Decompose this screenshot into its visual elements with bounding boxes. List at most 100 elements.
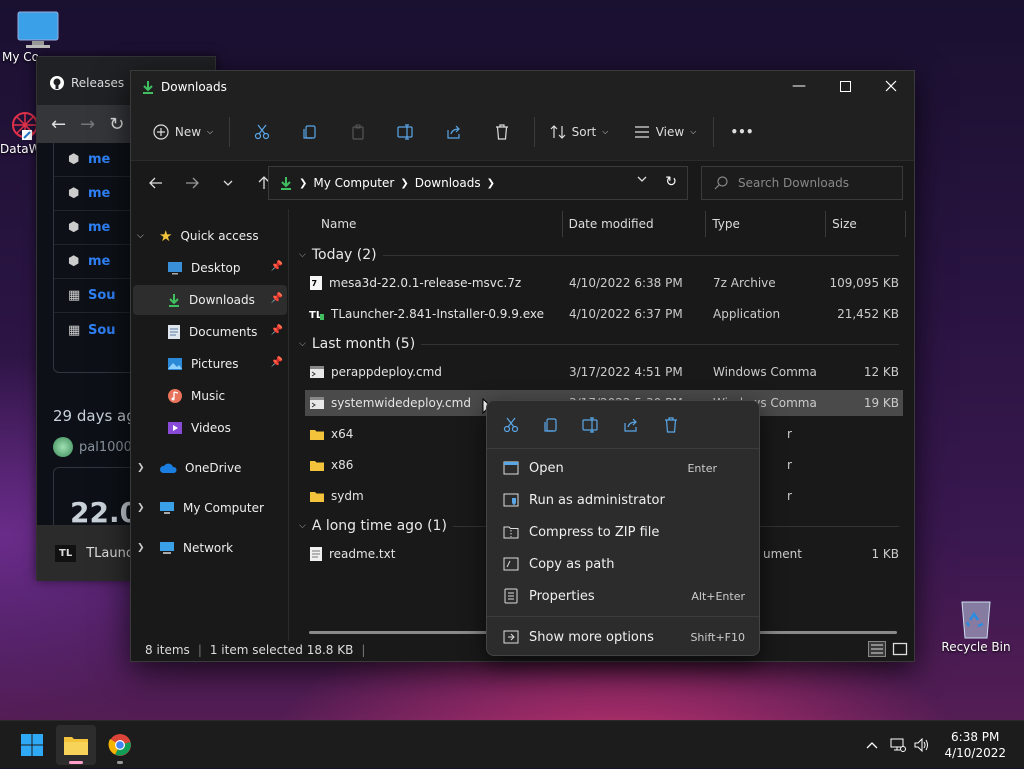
running-indicator — [117, 761, 123, 764]
close-button[interactable] — [868, 71, 914, 101]
nav-item-music[interactable]: Music — [133, 381, 287, 411]
menu-item-copy-as-path[interactable]: Copy as path — [493, 549, 755, 579]
column-header-size[interactable]: Size — [826, 211, 906, 237]
back-arrow-icon[interactable]: ← — [51, 114, 66, 135]
nav-item-pictures[interactable]: Pictures 📌 — [133, 349, 287, 379]
more-options-icon — [493, 630, 529, 644]
release-author[interactable]: pal1000 — [53, 437, 132, 457]
context-cut-button[interactable] — [491, 405, 531, 445]
shortcut-label: Enter — [687, 461, 717, 475]
document-icon — [167, 324, 181, 340]
admin-shield-icon — [493, 493, 529, 507]
tlauncher-icon: TL — [55, 544, 77, 562]
share-button[interactable] — [430, 115, 478, 149]
context-delete-button[interactable] — [651, 405, 691, 445]
start-button[interactable] — [12, 725, 52, 765]
file-date: 4/10/2022 6:38 PM — [569, 276, 683, 290]
details-view-icon[interactable] — [868, 641, 886, 657]
file-name: x64 — [331, 427, 354, 441]
context-rename-button[interactable] — [571, 405, 611, 445]
file-name: TLauncher-2.841-Installer-0.9.9.exe — [331, 307, 544, 321]
paste-button[interactable] — [334, 115, 382, 149]
menu-item-compress-zip[interactable]: Compress to ZIP file — [493, 517, 755, 547]
command-bar: New ⌵ Sort ⌵ View ⌵ ••• — [131, 103, 914, 161]
more-options-button[interactable]: ••• — [722, 115, 762, 149]
file-size: 1 KB — [871, 547, 899, 561]
back-button[interactable] — [141, 168, 171, 198]
file-type: Windows Comma... — [713, 365, 817, 379]
clock[interactable]: 6:38 PM 4/10/2022 — [944, 729, 1006, 761]
search-icon — [714, 176, 728, 190]
properties-icon — [493, 588, 529, 604]
view-button[interactable]: View ⌵ — [625, 115, 705, 149]
open-window-icon — [493, 461, 529, 475]
new-button[interactable]: New ⌵ — [145, 115, 221, 149]
recent-locations-button[interactable] — [213, 168, 243, 198]
context-share-button[interactable] — [611, 405, 651, 445]
menu-item-properties[interactable]: Properties Alt+Enter — [493, 581, 755, 611]
nav-my-computer[interactable]: ❯ My Computer — [137, 493, 291, 523]
taskbar-chrome[interactable] — [100, 725, 140, 765]
address-bar[interactable]: ❯ My Computer ❯ Downloads ❯ ↻ — [268, 166, 688, 200]
star-icon: ★ — [159, 227, 173, 245]
nav-quick-access[interactable]: ⌵ ★ Quick access — [137, 221, 291, 251]
file-row[interactable]: TL TLauncher-2.841-Installer-0.9.9.exe 4/… — [305, 301, 903, 327]
scissors-icon — [503, 417, 519, 433]
window-title: Downloads — [161, 80, 227, 94]
refresh-icon[interactable]: ↻ — [665, 174, 677, 190]
sort-button[interactable]: Sort ⌵ — [543, 115, 615, 149]
desktop-icon-recycle-bin[interactable]: Recycle Bin — [938, 596, 1014, 654]
pin-icon: 📌 — [270, 261, 283, 272]
chevron-right-icon: ❯ — [137, 543, 145, 553]
breadcrumb-my-computer[interactable]: My Computer — [313, 176, 394, 190]
file-row[interactable]: 7 mesa3d-22.0.1-release-msvc.7z 4/10/2022… — [305, 270, 903, 296]
rename-icon — [397, 123, 415, 140]
chevron-up-icon[interactable] — [866, 741, 886, 749]
menu-item-open[interactable]: Open Enter — [493, 453, 755, 483]
tlauncher-icon: TL — [309, 306, 325, 322]
reload-icon[interactable]: ↻ — [109, 114, 124, 135]
menu-item-show-more-options[interactable]: Show more options Shift+F10 — [493, 622, 755, 652]
context-copy-button[interactable] — [531, 405, 571, 445]
status-divider: | — [197, 643, 202, 657]
network-status-icon[interactable] — [886, 738, 910, 752]
nav-onedrive[interactable]: ❯ OneDrive — [137, 453, 291, 483]
large-icons-view-icon[interactable] — [892, 641, 908, 657]
network-icon — [159, 541, 175, 555]
cut-button[interactable] — [238, 115, 286, 149]
chevron-right-icon: ❯ — [137, 463, 145, 473]
nav-item-documents[interactable]: Documents 📌 — [133, 317, 287, 347]
breadcrumb-downloads[interactable]: Downloads — [415, 176, 481, 190]
group-header-last-month[interactable]: ⌵ Last month (5) — [299, 332, 899, 356]
rename-button[interactable] — [382, 115, 430, 149]
nav-item-videos[interactable]: Videos — [133, 413, 287, 443]
delete-button[interactable] — [478, 115, 526, 149]
svg-text:7: 7 — [312, 279, 318, 288]
group-header-today[interactable]: ⌵ Today (2) — [299, 243, 899, 267]
column-header-name[interactable]: Name — [301, 211, 563, 237]
copy-icon — [302, 124, 318, 140]
active-indicator — [69, 761, 83, 764]
search-input[interactable]: Search Downloads — [701, 166, 903, 200]
column-header-type[interactable]: Type — [706, 211, 827, 237]
nav-network[interactable]: ❯ Network — [137, 533, 291, 563]
taskbar-file-explorer[interactable] — [56, 725, 96, 765]
forward-arrow-icon — [185, 177, 199, 189]
nav-item-desktop[interactable]: Desktop 📌 — [133, 253, 287, 283]
column-header-date[interactable]: Date modified — [563, 211, 707, 237]
minimize-button[interactable]: — — [776, 71, 822, 101]
copy-button[interactable] — [286, 115, 334, 149]
maximize-button[interactable] — [822, 71, 868, 101]
clipboard-icon — [350, 124, 366, 140]
video-icon — [167, 421, 183, 435]
menu-item-run-as-admin[interactable]: Run as administrator — [493, 485, 755, 515]
file-row[interactable]: perappdeploy.cmd 3/17/2022 4:51 PM Windo… — [305, 359, 903, 385]
volume-icon[interactable] — [910, 738, 934, 752]
address-dropdown-icon[interactable] — [637, 176, 647, 182]
download-arrow-icon — [167, 293, 181, 307]
forward-button[interactable] — [177, 168, 207, 198]
forward-arrow-icon[interactable]: → — [80, 114, 95, 135]
file-name: sydm — [331, 489, 364, 503]
nav-item-downloads[interactable]: Downloads 📌 — [133, 285, 287, 315]
taskbar: 6:38 PM 4/10/2022 — [0, 720, 1024, 768]
